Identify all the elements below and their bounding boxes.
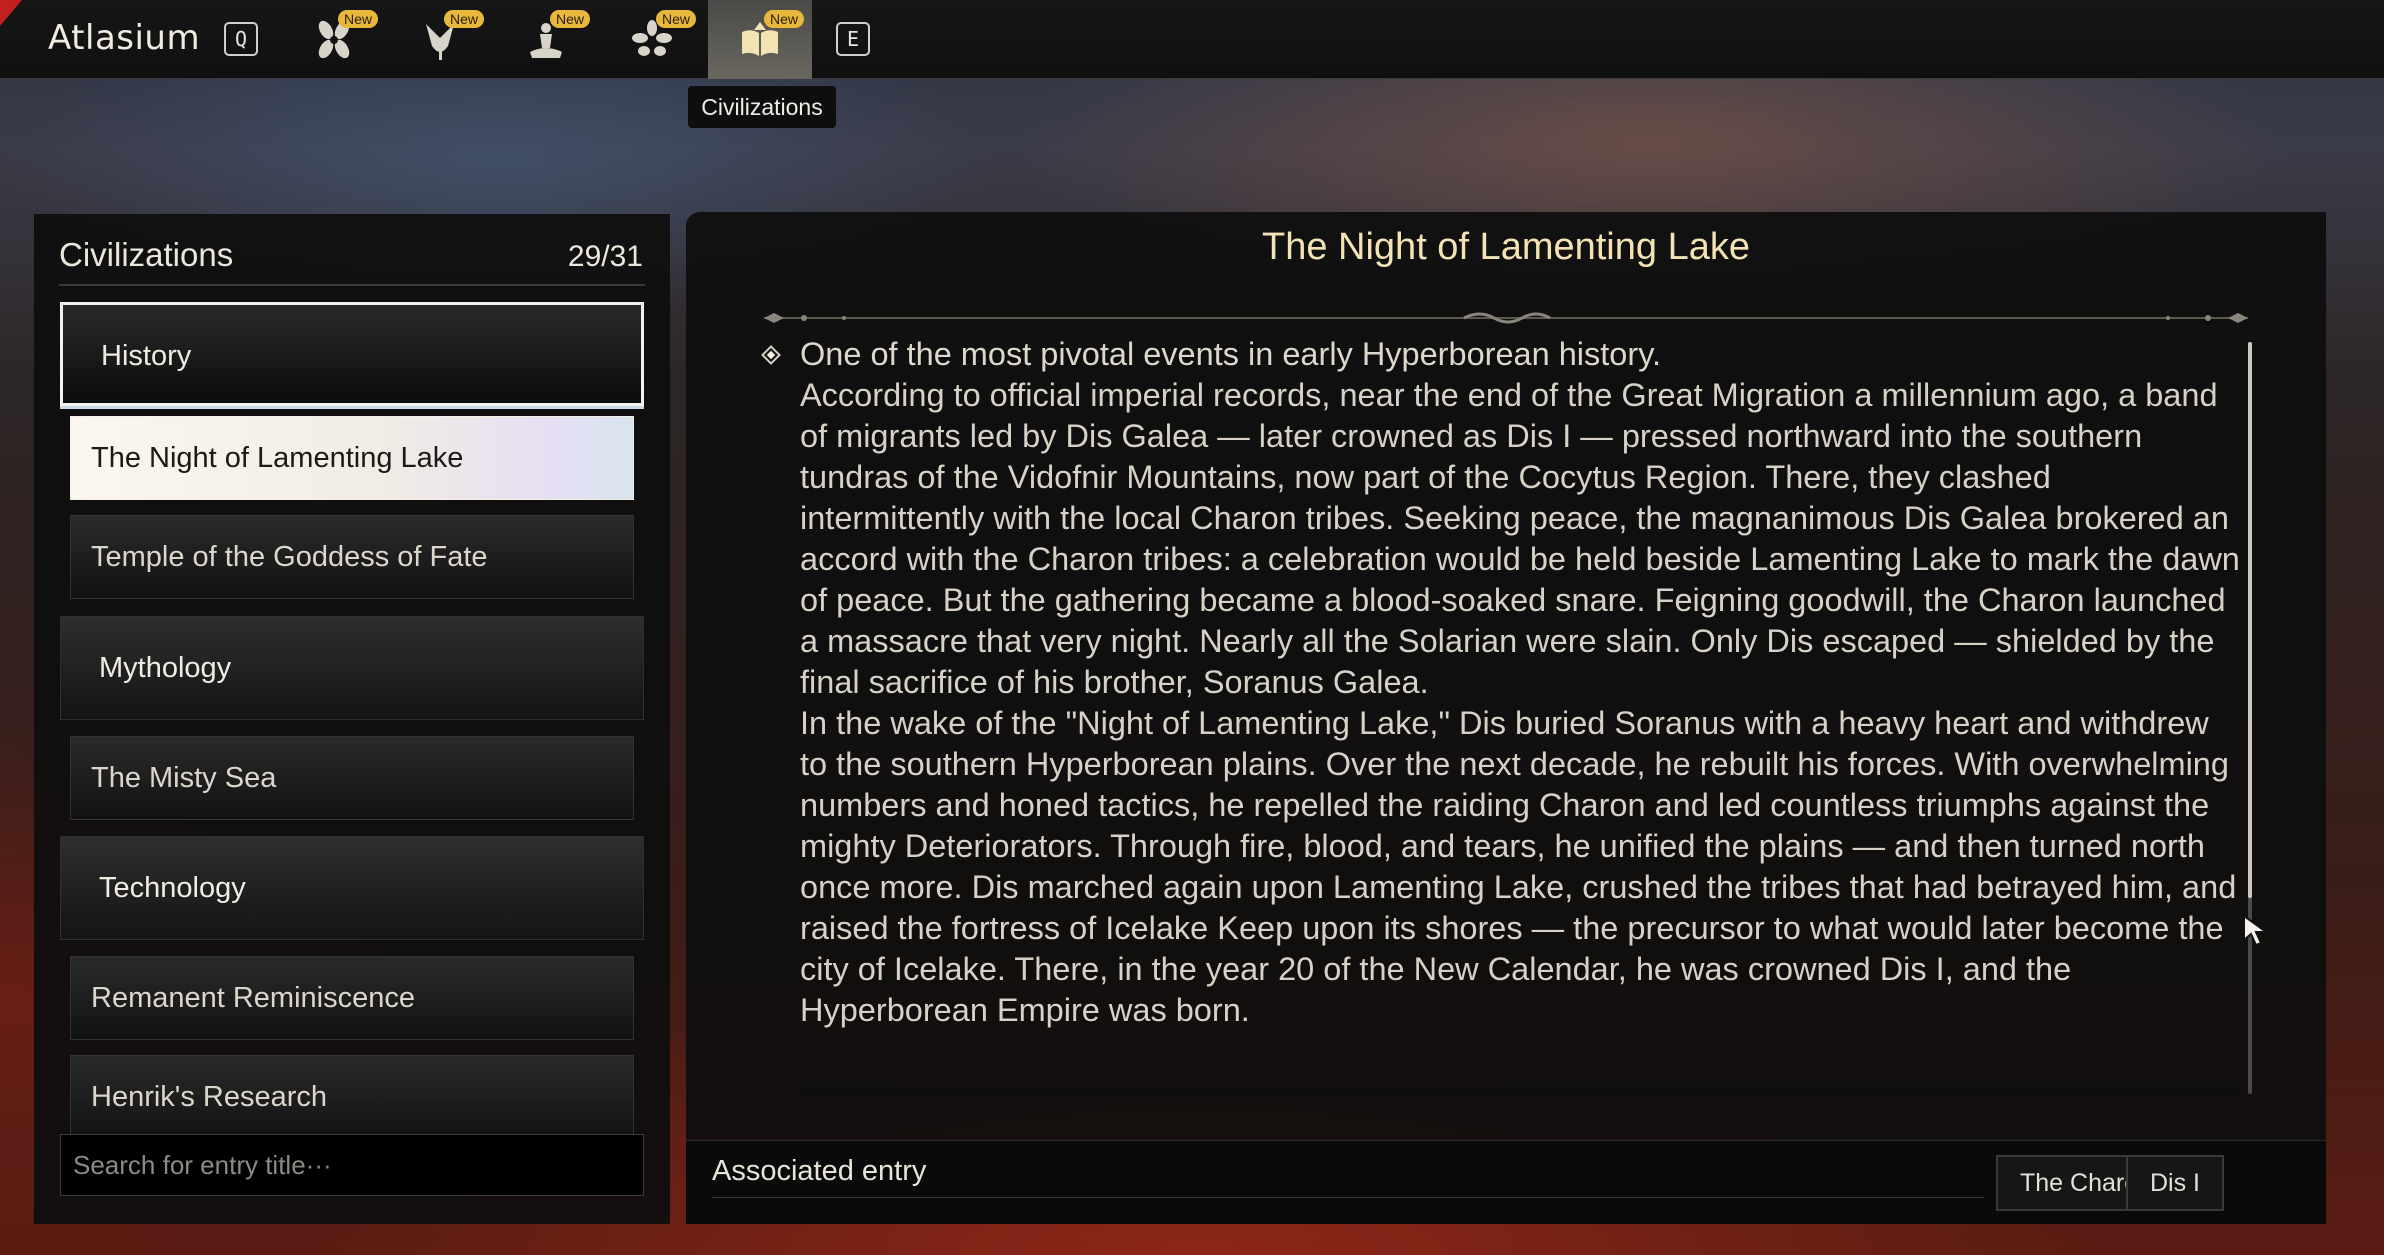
footer-divider	[712, 1197, 1984, 1198]
search-input[interactable]: Search for entry title···	[60, 1134, 644, 1196]
text-fade	[800, 1072, 2240, 1096]
article-title: The Night of Lamenting Lake	[1262, 226, 1750, 268]
sidebar-title: Civilizations	[59, 236, 234, 273]
associated-entry-label: Associated entry	[712, 1155, 927, 1187]
new-badge: New	[656, 10, 697, 28]
new-badge: New	[550, 10, 591, 28]
entry-night-of-lamenting-lake[interactable]: The Night of Lamenting Lake	[70, 416, 634, 500]
entry-list[interactable]: History The Night of Lamenting Lake Temp…	[34, 302, 670, 1158]
article-paragraph: One of the most pivotal events in early …	[800, 336, 1662, 372]
top-navigation-bar: Atlasium Q New New New New New E	[0, 0, 2384, 79]
corner-accent	[0, 0, 22, 26]
entry-misty-sea[interactable]: The Misty Sea	[70, 736, 634, 820]
new-badge: New	[764, 10, 805, 28]
category-technology[interactable]: Technology	[60, 836, 644, 940]
tab-tooltip: Civilizations	[688, 86, 836, 128]
next-tab-key-hint[interactable]: E	[836, 22, 870, 56]
category-sidebar: Civilizations 29/31 History The Night of…	[34, 214, 670, 1224]
entry-remanent-reminiscence[interactable]: Remanent Reminiscence	[70, 956, 634, 1040]
entry-henriks-research[interactable]: Henrik's Research	[70, 1055, 634, 1139]
tab-civilizations[interactable]: New	[708, 0, 812, 79]
diamond-bullet-icon	[761, 345, 781, 365]
app-title: Atlasium	[48, 18, 201, 58]
scrollbar-thumb[interactable]	[2248, 342, 2252, 898]
article-paragraph: According to official imperial records, …	[800, 377, 2240, 700]
associated-entry-dis-i[interactable]: Dis I	[2126, 1155, 2224, 1211]
tab-monuments[interactable]: New	[494, 0, 598, 79]
article-paragraph: In the wake of the "Night of Lamenting L…	[800, 705, 2237, 1028]
tab-flora[interactable]: New	[282, 0, 386, 79]
tab-plants[interactable]: New	[388, 0, 492, 79]
mouse-cursor-icon	[2243, 914, 2270, 947]
article-scrollbar[interactable]	[2248, 342, 2252, 1094]
collection-count: 29/31	[567, 240, 643, 273]
category-history[interactable]: History	[60, 302, 644, 406]
title-divider-ornament	[764, 312, 2248, 324]
article-panel: The Night of Lamenting Lake One of the m…	[686, 212, 2326, 1224]
new-badge: New	[338, 10, 379, 28]
new-badge: New	[444, 10, 485, 28]
category-mythology[interactable]: Mythology	[60, 616, 644, 720]
tab-fauna[interactable]: New	[600, 0, 704, 79]
article-body[interactable]: One of the most pivotal events in early …	[800, 334, 2240, 1096]
previous-tab-key-hint[interactable]: Q	[224, 22, 258, 56]
sidebar-header: Civilizations 29/31	[59, 236, 645, 286]
entry-temple-of-goddess-of-fate[interactable]: Temple of the Goddess of Fate	[70, 515, 634, 599]
associated-entries-bar: Associated entry The Charon Dis I	[686, 1140, 2326, 1224]
